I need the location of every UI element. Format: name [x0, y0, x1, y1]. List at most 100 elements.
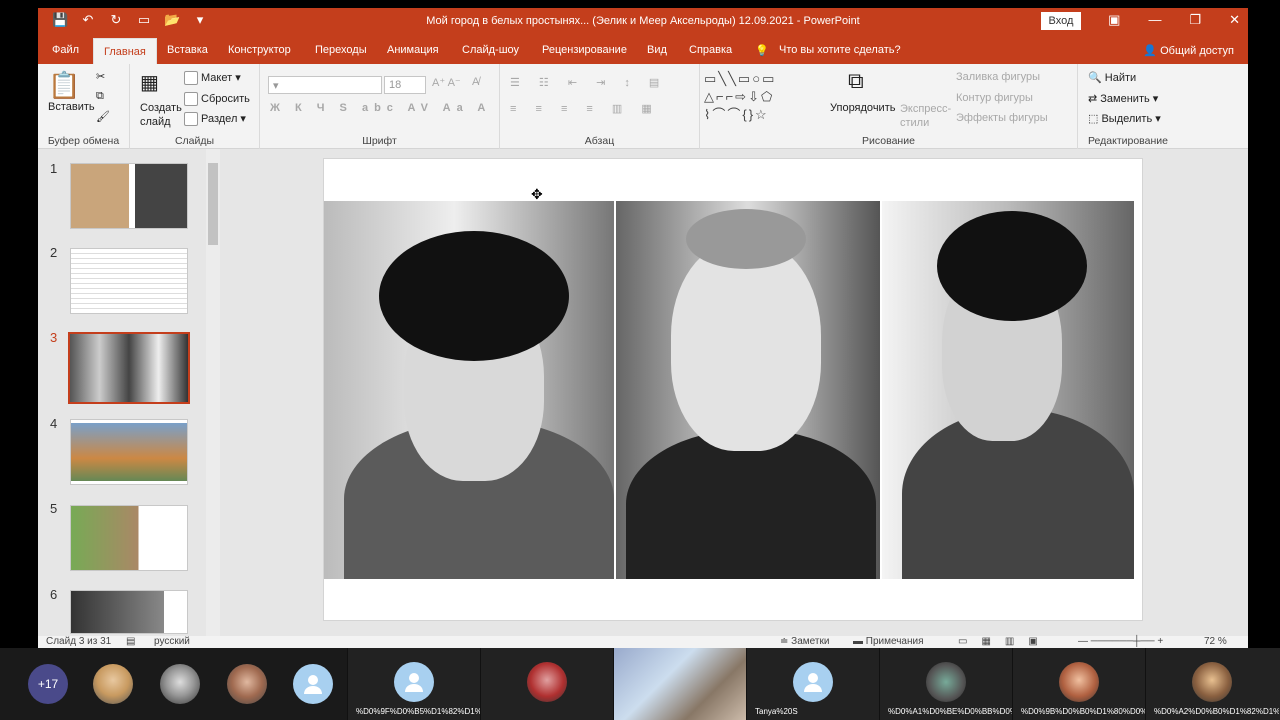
spellcheck-icon[interactable]: ▤: [126, 636, 135, 647]
slide-thumbnail-1[interactable]: [70, 163, 188, 229]
slide-thumbnail-4[interactable]: [70, 419, 188, 485]
slide-thumbnail-5[interactable]: [70, 505, 188, 571]
language-indicator[interactable]: русский: [154, 636, 190, 647]
clear-format-icon[interactable]: A̸: [472, 76, 479, 88]
comments-label: Примечания: [865, 636, 924, 647]
shape-effects-button[interactable]: Эффекты фигуры: [956, 112, 1048, 124]
portrait-photo-2[interactable]: [616, 201, 880, 579]
tab-insert[interactable]: Вставка: [167, 44, 208, 56]
zoom-level[interactable]: 72 %: [1204, 636, 1227, 647]
group-label-slides: Слайды: [174, 135, 215, 147]
arrange-button[interactable]: Упорядочить: [830, 102, 895, 114]
portrait-photo-1[interactable]: [324, 201, 614, 579]
participant-avatar[interactable]: [160, 664, 200, 704]
lightbulb-icon: 💡: [755, 45, 769, 57]
close-icon[interactable]: ✕: [1229, 12, 1240, 28]
tab-help[interactable]: Справка: [689, 44, 732, 56]
current-slide[interactable]: [323, 158, 1143, 621]
notes-button[interactable]: ≐ Заметки: [780, 636, 829, 647]
ribbon-display-icon[interactable]: ▣: [1108, 12, 1120, 28]
participant-tile[interactable]: Tanya%20S: [746, 648, 879, 720]
slide-counter: Слайд 3 из 31: [46, 636, 112, 647]
participant-video[interactable]: [613, 648, 746, 720]
font-format-icons[interactable]: Ж К Ч S abc AV Aa A: [270, 102, 491, 114]
group-label-drawing: Рисование: [862, 135, 915, 147]
portrait-photo-3[interactable]: [882, 201, 1134, 579]
shape-outline-button[interactable]: Контур фигуры: [956, 92, 1033, 104]
participant-name: %D0%9B%D0%B0%D1%80%D0%B8%D1%81...: [1021, 707, 1146, 716]
participant-tile[interactable]: [480, 648, 613, 720]
group-label-clipboard: Буфер обмена: [47, 135, 120, 147]
search-icon: 🔍: [1088, 72, 1105, 84]
slide-number: 3: [50, 330, 58, 345]
quick-styles-button[interactable]: Экспресс-стили: [900, 102, 951, 130]
tab-review[interactable]: Рецензирование: [542, 44, 627, 56]
slide-thumbnail-2[interactable]: [70, 248, 188, 314]
copy-icon[interactable]: ⧉: [96, 90, 104, 103]
participant-tile[interactable]: %D0%9B%D0%B0%D1%80%D0%B8%D1%81...: [1012, 648, 1146, 720]
tab-transitions[interactable]: Переходы: [315, 44, 367, 56]
window-controls: ▣ — ❐ ✕: [1108, 12, 1240, 28]
participant-tile[interactable]: %D0%A1%D0%BE%D0%BB%D0%BE%D0%B...: [879, 648, 1013, 720]
reset-button[interactable]: Сбросить: [184, 92, 250, 106]
section-icon: [184, 112, 198, 127]
find-button[interactable]: 🔍 Найти: [1088, 71, 1136, 84]
user-icon: [405, 673, 423, 692]
minimize-icon[interactable]: —: [1148, 12, 1161, 28]
slide-thumbnail-3[interactable]: [68, 332, 190, 404]
zoom-slider[interactable]: — ──────┼── +: [1078, 636, 1163, 647]
tab-file[interactable]: Файл: [52, 44, 79, 56]
cut-icon[interactable]: ✂: [96, 70, 105, 83]
list-icons[interactable]: ☰ ☷ ⇤ ⇥ ↕ ▤: [510, 76, 667, 89]
reset-icon: [184, 92, 198, 106]
signin-button[interactable]: Вход: [1041, 12, 1081, 30]
comments-button[interactable]: ▬ Примечания: [853, 636, 924, 647]
group-label-font: Шрифт: [362, 135, 397, 147]
font-size-input[interactable]: 18: [384, 76, 426, 94]
paste-button[interactable]: Вставить: [48, 101, 95, 113]
view-buttons[interactable]: ▭▦▥▣: [958, 636, 1052, 647]
powerpoint-window: 💾 ↶ ↻ ▭ 📂 ▾ Мой город в белых простынях.…: [38, 8, 1248, 648]
thumbnails-scrollbar[interactable]: [206, 149, 220, 636]
tab-view[interactable]: Вид: [647, 44, 667, 56]
align-icons[interactable]: ≡ ≡ ≡ ≡ ▥ ▦: [510, 102, 660, 115]
shapes-gallery[interactable]: ▭╲╲▭○▭ △⌐⌐⇨⇩⬠ ⌇⌒⌒{}☆: [704, 70, 824, 126]
shape-fill-button[interactable]: Заливка фигуры: [956, 71, 1040, 83]
tab-home[interactable]: Главная: [93, 38, 157, 64]
grow-font-icon[interactable]: A⁺ A⁻: [432, 76, 461, 89]
restore-icon[interactable]: ❐: [1189, 12, 1201, 28]
tab-slideshow[interactable]: Слайд-шоу: [462, 44, 519, 56]
replace-icon: ⇄: [1088, 93, 1101, 105]
replace-button[interactable]: ⇄ Заменить ▾: [1088, 92, 1158, 105]
status-bar: Слайд 3 из 31 ▤ русский ≐ Заметки ▬ Прим…: [38, 636, 1248, 648]
photo-hair: [379, 231, 569, 361]
scrollbar-thumb[interactable]: [208, 163, 218, 245]
new-slide-button[interactable]: Создать слайд: [140, 101, 182, 129]
tab-animations[interactable]: Анимация: [387, 44, 439, 56]
slide-thumbnail-6[interactable]: [70, 590, 188, 634]
participant-avatar: [793, 662, 833, 702]
layout-icon: [184, 71, 198, 86]
participant-tile[interactable]: %D0%9F%D0%B5%D1%82%D1%80...: [347, 648, 481, 720]
layout-button[interactable]: Макет ▾: [184, 71, 241, 86]
select-icon: ⬚: [1088, 113, 1102, 125]
participant-name: %D0%9F%D0%B5%D1%82%D1%80...: [356, 707, 481, 716]
share-button[interactable]: 👤 Общий доступ: [1143, 44, 1234, 57]
title-bar: 💾 ↶ ↻ ▭ 📂 ▾ Мой город в белых простынях.…: [38, 8, 1248, 34]
group-font: ▾ 18 A⁺ A⁻ A̸ Ж К Ч S abc AV Aa A Шрифт: [260, 64, 500, 149]
notes-label: Заметки: [791, 636, 830, 647]
tab-design[interactable]: Конструктор: [228, 44, 291, 56]
font-name-input[interactable]: ▾: [268, 76, 382, 94]
more-participants-badge[interactable]: +17: [28, 664, 68, 704]
slide-number: 5: [50, 501, 58, 516]
participant-avatar[interactable]: [93, 664, 133, 704]
participant-avatar[interactable]: [227, 664, 267, 704]
format-painter-icon[interactable]: 🖌: [96, 110, 110, 123]
group-clipboard: 📋 Вставить ✂ ⧉ 🖌 Буфер обмена: [38, 64, 130, 149]
tell-me-box[interactable]: Что вы хотите сделать?: [779, 44, 901, 56]
section-button[interactable]: Раздел ▾: [184, 112, 246, 127]
select-button[interactable]: ⬚ Выделить ▾: [1088, 112, 1161, 125]
participant-avatar[interactable]: [293, 664, 333, 704]
participant-name: %D0%A1%D0%BE%D0%BB%D0%BE%D0%B...: [888, 707, 1013, 716]
participant-tile[interactable]: %D0%A2%D0%B0%D1%82%D1%8C...: [1145, 648, 1280, 720]
